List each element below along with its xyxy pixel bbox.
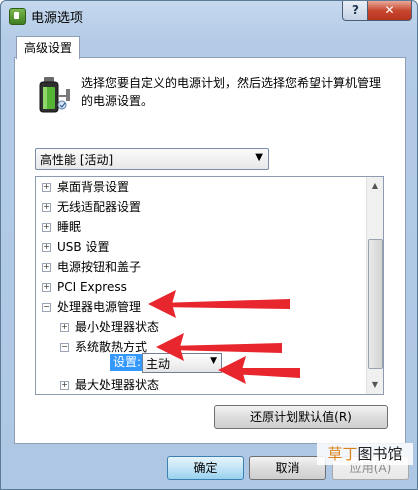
tree-item-pci-express[interactable]: + PCI Express (42, 277, 127, 297)
advanced-settings-panel: 选择您要自定义的电源计划，然后选择您希望计算机管理的电源设置。 高性能 [活动]… (14, 57, 406, 444)
watermark: 草丁图书馆 (317, 443, 413, 465)
expand-icon[interactable]: + (42, 243, 51, 252)
cooling-policy-select[interactable]: 主动 ▼ (142, 353, 222, 373)
tree-item-label: 处理器电源管理 (57, 300, 142, 314)
close-button[interactable]: ✕ (367, 1, 412, 21)
scroll-down-icon[interactable]: ▼ (369, 378, 381, 392)
tree-item-min-processor-state[interactable]: + 最小处理器状态 (60, 317, 159, 337)
cancel-button[interactable]: 取消 (249, 456, 326, 480)
tree-item-label: PCI Express (57, 280, 127, 294)
scroll-up-icon[interactable]: ▲ (369, 179, 381, 193)
tree-item-usb[interactable]: + USB 设置 (42, 237, 109, 257)
expand-icon[interactable]: + (42, 263, 51, 272)
title-bar: 电源选项 ? ✕ (1, 1, 417, 31)
ok-button[interactable]: 确定 (167, 456, 244, 480)
watermark-text: 图书馆 (357, 445, 403, 463)
tree-item-label: 最大处理器状态 (75, 378, 160, 392)
expand-icon[interactable]: + (60, 381, 69, 390)
help-button[interactable]: ? (342, 1, 369, 21)
tree-item-processor-power[interactable]: − 处理器电源管理 (42, 297, 141, 317)
scrollbar-thumb[interactable] (368, 239, 383, 369)
expand-icon[interactable]: + (60, 323, 69, 332)
tree-item-label: USB 设置 (57, 240, 110, 254)
power-options-window: 电源选项 ? ✕ 高级设置 选择您要自定义的电源计划，然后选择您希望计算机管理的… (0, 0, 418, 490)
tree-item-desktop-background[interactable]: + 桌面背景设置 (42, 177, 129, 197)
tree-item-label: 无线适配器设置 (57, 200, 142, 214)
tree-item-wireless-adapter[interactable]: + 无线适配器设置 (42, 197, 141, 217)
tree-item-label: 电源按钮和盖子 (57, 260, 142, 274)
tree-item-label: 系统散热方式 (75, 340, 148, 354)
watermark-accent: 草丁 (327, 445, 358, 463)
expand-icon[interactable]: + (42, 223, 51, 232)
power-plan-select[interactable]: 高性能 [活动] ▼ (35, 148, 269, 170)
tree-item-label: 桌面背景设置 (57, 180, 130, 194)
tree-item-label: 最小处理器状态 (75, 320, 160, 334)
tree-item-label: 睡眠 (57, 220, 82, 234)
tree-item-power-buttons-lid[interactable]: + 电源按钮和盖子 (42, 257, 141, 277)
window-title: 电源选项 (31, 11, 84, 26)
restore-defaults-button[interactable]: 还原计划默认值(R) (214, 405, 388, 429)
expand-icon[interactable]: + (42, 283, 51, 292)
expand-icon[interactable]: + (42, 183, 51, 192)
setting-label: 设置: (110, 354, 145, 371)
chevron-down-icon: ▼ (210, 356, 217, 366)
battery-icon (39, 77, 70, 113)
collapse-icon[interactable]: − (60, 343, 69, 352)
cooling-policy-value: 主动 (146, 357, 171, 371)
settings-tree[interactable]: + 桌面背景设置 + 无线适配器设置 + 睡眠 + USB 设置 + 电源按钮和盖子 + P… (35, 176, 384, 395)
tree-item-sleep[interactable]: + 睡眠 (42, 217, 81, 237)
tab-advanced-settings[interactable]: 高级设置 (16, 36, 80, 59)
tree-scrollbar[interactable]: ▲ ▼ (366, 177, 383, 394)
chevron-down-icon: ▼ (255, 152, 263, 163)
collapse-icon[interactable]: − (42, 303, 51, 312)
expand-icon[interactable]: + (42, 203, 51, 212)
power-options-icon (9, 8, 26, 25)
power-plan-value: 高性能 [活动] (40, 153, 114, 167)
tree-item-max-processor-state[interactable]: + 最大处理器状态 (60, 375, 160, 394)
description-text: 选择您要自定义的电源计划，然后选择您希望计算机管理的电源设置。 (81, 76, 382, 108)
